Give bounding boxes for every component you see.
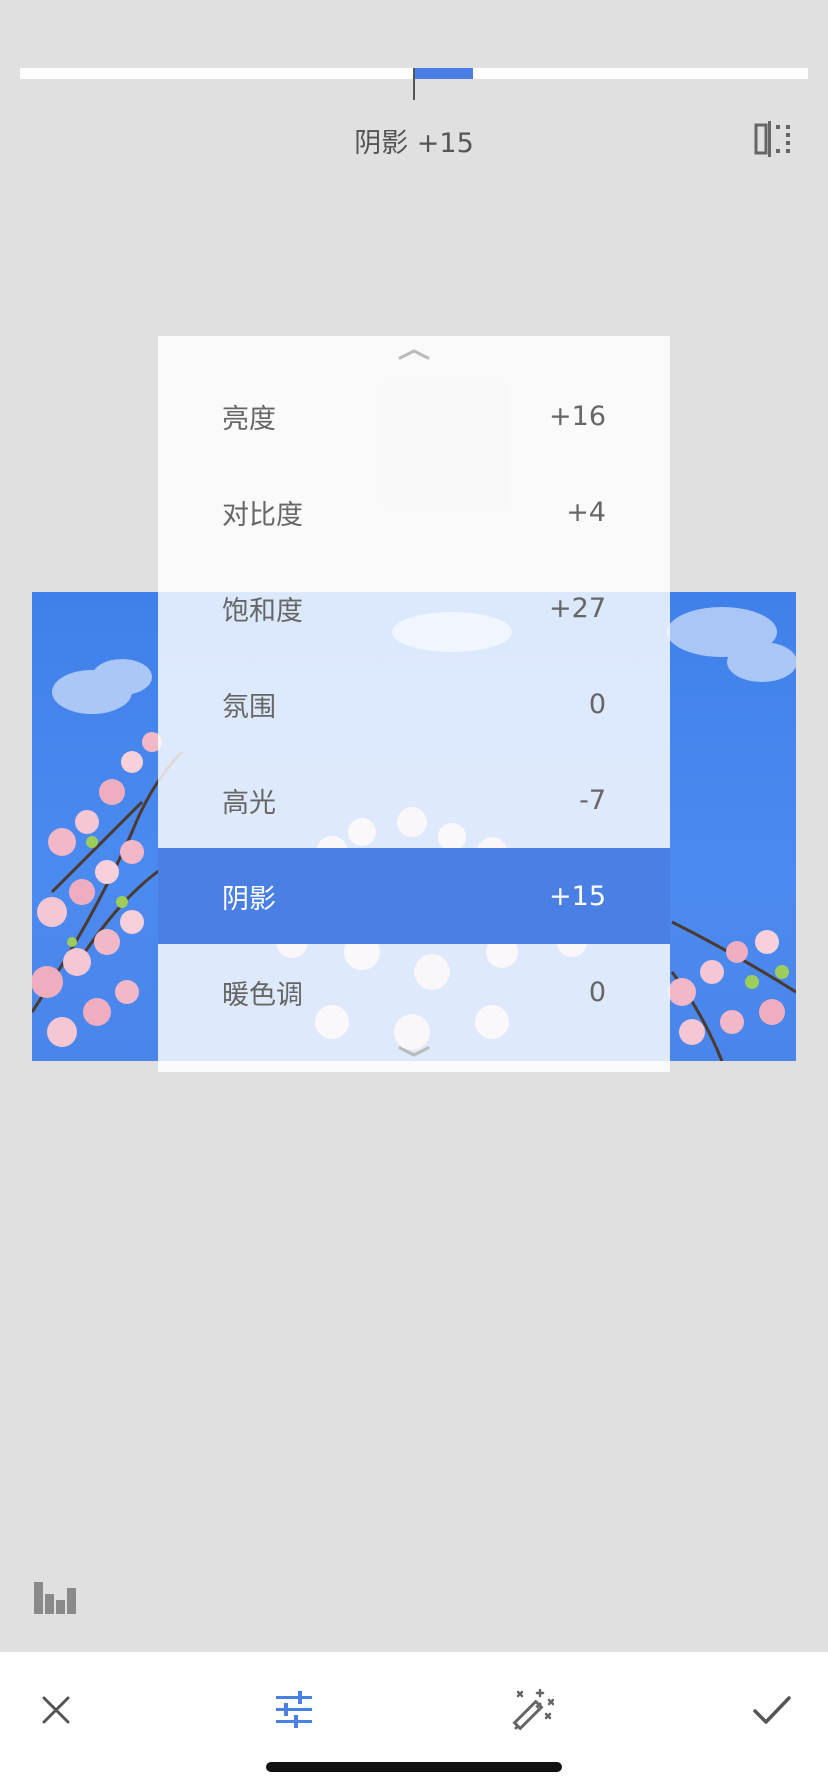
adjust-item-label: 暖色调 bbox=[222, 979, 303, 1011]
adjust-item-value: +15 bbox=[549, 880, 606, 912]
adjust-item-value: +16 bbox=[549, 400, 606, 432]
adjust-item-label: 阴影 bbox=[222, 883, 276, 915]
close-icon bbox=[39, 1693, 73, 1731]
adjust-item-label: 高光 bbox=[222, 787, 276, 819]
checkmark-icon bbox=[752, 1693, 792, 1731]
adjust-item-value: +4 bbox=[566, 496, 606, 528]
adjust-item-warmth[interactable]: 暖色调 0 bbox=[158, 944, 670, 1040]
adjustment-slider-fill bbox=[414, 68, 474, 79]
auto-adjust-button[interactable] bbox=[502, 1682, 562, 1742]
compare-split-icon[interactable] bbox=[752, 118, 794, 160]
confirm-button[interactable] bbox=[742, 1682, 802, 1742]
adjust-item-value: 0 bbox=[588, 976, 606, 1008]
adjustment-list-panel: 亮度 +16 对比度 +4 饱和度 +27 氛围 0 高光 -7 阴影 +15 … bbox=[158, 336, 670, 1072]
adjust-item-value: +27 bbox=[549, 592, 606, 624]
adjust-item-ambiance[interactable]: 氛围 0 bbox=[158, 656, 670, 752]
home-indicator bbox=[266, 1762, 562, 1772]
adjust-item-highlights[interactable]: 高光 -7 bbox=[158, 752, 670, 848]
adjust-item-shadows[interactable]: 阴影 +15 bbox=[158, 848, 670, 944]
histogram-icon[interactable] bbox=[34, 1580, 78, 1614]
cancel-button[interactable] bbox=[26, 1682, 86, 1742]
slider-center-marker bbox=[413, 68, 415, 100]
adjust-item-contrast[interactable]: 对比度 +4 bbox=[158, 464, 670, 560]
magic-wand-icon bbox=[510, 1688, 555, 1736]
chevron-down-icon[interactable] bbox=[158, 1042, 670, 1062]
adjust-item-label: 对比度 bbox=[222, 499, 303, 531]
adjust-item-label: 亮度 bbox=[222, 403, 276, 435]
adjustment-caption: 阴影 +15 bbox=[354, 128, 474, 159]
adjust-item-brightness[interactable]: 亮度 +16 bbox=[158, 368, 670, 464]
adjust-item-label: 氛围 bbox=[222, 691, 276, 723]
adjust-item-label: 饱和度 bbox=[222, 595, 303, 627]
adjust-item-saturation[interactable]: 饱和度 +27 bbox=[158, 560, 670, 656]
adjust-item-value: -7 bbox=[579, 784, 606, 816]
adjust-item-value: 0 bbox=[588, 688, 606, 720]
chevron-up-icon[interactable] bbox=[158, 344, 670, 364]
adjust-tool-button[interactable] bbox=[264, 1682, 324, 1742]
tune-sliders-icon bbox=[274, 1690, 314, 1734]
